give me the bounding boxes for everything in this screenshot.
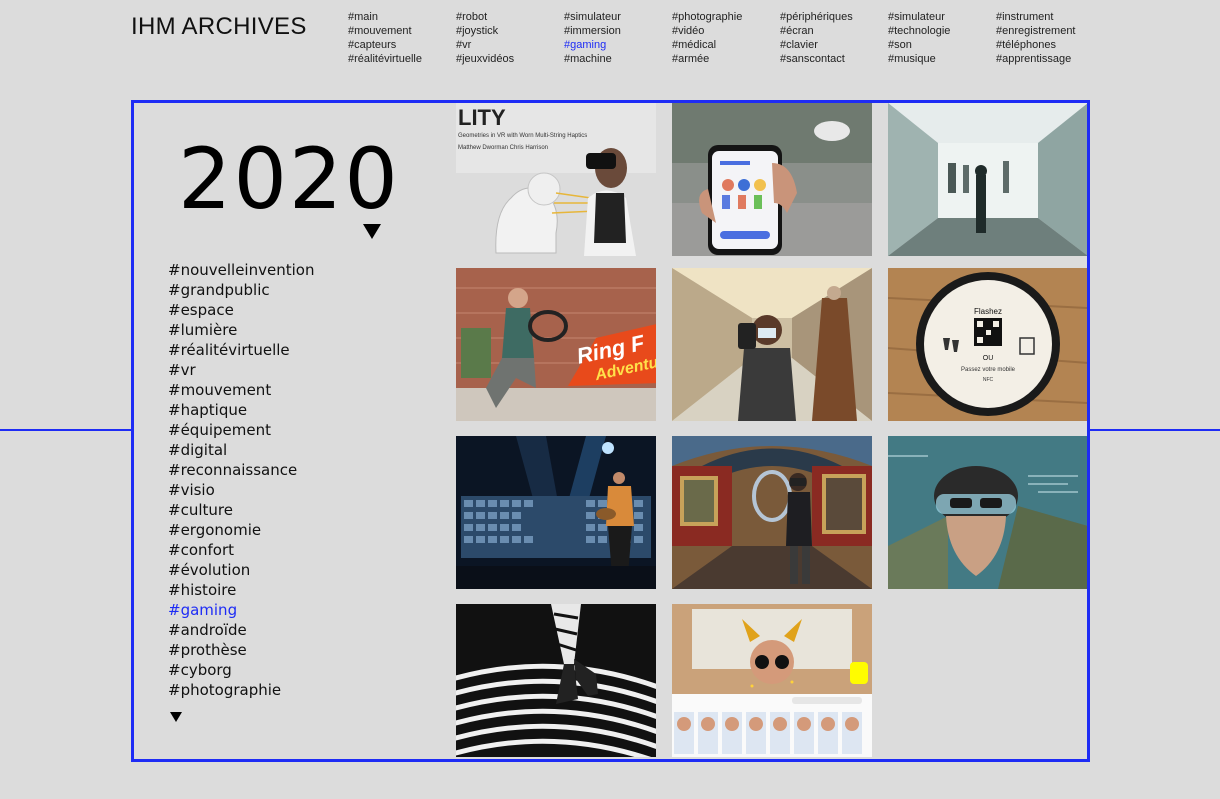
tag-item-culture[interactable]: #culture bbox=[168, 500, 314, 520]
top-nav-tag-vidéo[interactable]: #vidéo bbox=[672, 24, 777, 38]
top-nav-column: #périphériques #écran #clavier #sanscontact bbox=[780, 10, 885, 66]
gallery-image-smartphone-app[interactable] bbox=[672, 103, 872, 256]
gallery-image-optical-stripes-runner[interactable] bbox=[456, 604, 656, 757]
top-nav-tag-photographie[interactable]: #photographie bbox=[672, 10, 777, 24]
gallery-image-hololens-soldier[interactable] bbox=[888, 436, 1087, 589]
top-nav-tag-enregistrement[interactable]: #enregistrement bbox=[996, 24, 1101, 38]
tag-item-mouvement[interactable]: #mouvement bbox=[168, 380, 314, 400]
top-nav-tag-mouvement[interactable]: #mouvement bbox=[348, 24, 453, 38]
tags-more-icon[interactable] bbox=[170, 712, 182, 722]
gallery-image-qr-code-sticker[interactable]: Flashez OU Passez votre mobile NFC bbox=[888, 268, 1087, 421]
tag-item-photographie[interactable]: #photographie bbox=[168, 680, 314, 700]
top-nav-tag-jeuxvidéos[interactable]: #jeuxvidéos bbox=[456, 52, 561, 66]
top-nav-column: #main #mouvement #capteurs #réalitévirtuell… bbox=[348, 10, 453, 66]
top-nav-tag-musique[interactable]: #musique bbox=[888, 52, 993, 66]
top-nav-tag-technologie[interactable]: #technologie bbox=[888, 24, 993, 38]
top-nav-column: #instrument #enregistrement #téléphones #ap… bbox=[996, 10, 1101, 66]
top-nav-tag-immersion[interactable]: #immersion bbox=[564, 24, 669, 38]
tag-item-haptique[interactable]: #haptique bbox=[168, 400, 314, 420]
left-divider-line bbox=[0, 429, 132, 431]
tag-item-équipement[interactable]: #équipement bbox=[168, 420, 314, 440]
tag-item-cyborg[interactable]: #cyborg bbox=[168, 660, 314, 680]
qr-nfc-text: NFC bbox=[983, 377, 994, 383]
top-nav-tag-écran[interactable]: #écran bbox=[780, 24, 885, 38]
tag-item-nouvelleinvention[interactable]: #nouvelleinvention bbox=[168, 260, 314, 280]
top-nav-tag-simulateur[interactable]: #simulateur bbox=[564, 10, 669, 24]
vr-haptics-heading-text: LITY bbox=[458, 105, 506, 130]
gallery-image-projection-room[interactable] bbox=[888, 103, 1087, 256]
tag-item-évolution[interactable]: #évolution bbox=[168, 560, 314, 580]
tag-item-ergonomie[interactable]: #ergonomie bbox=[168, 520, 314, 540]
year-dropdown-icon[interactable] bbox=[363, 224, 381, 239]
archive-panel: 2020 #nouvelleinvention #grandpublic #espa… bbox=[131, 100, 1090, 762]
top-nav-tag-vr[interactable]: #vr bbox=[456, 38, 561, 52]
tag-item-espace[interactable]: #espace bbox=[168, 300, 314, 320]
top-nav-tag-clavier[interactable]: #clavier bbox=[780, 38, 885, 52]
qr-ou-text: OU bbox=[983, 355, 994, 362]
tag-item-grandpublic[interactable]: #grandpublic bbox=[168, 280, 314, 300]
gallery-image-snapchat-filters[interactable] bbox=[672, 604, 872, 757]
tag-item-histoire[interactable]: #histoire bbox=[168, 580, 314, 600]
vr-haptics-subtitle-text: Geometries in VR with Worn Multi-String … bbox=[458, 133, 587, 139]
tag-item-réalitévirtuelle[interactable]: #réalitévirtuelle bbox=[168, 340, 314, 360]
site-title[interactable]: IHM ARCHIVES bbox=[131, 13, 307, 41]
top-nav-tag-apprentissage[interactable]: #apprentissage bbox=[996, 52, 1101, 66]
top-nav-tag-robot[interactable]: #robot bbox=[456, 10, 561, 24]
top-nav-tag-joystick[interactable]: #joystick bbox=[456, 24, 561, 38]
top-nav-tag-instrument[interactable]: #instrument bbox=[996, 10, 1101, 24]
top-nav-column: #simulateur #technologie #son #musique bbox=[888, 10, 993, 66]
tag-item-digital[interactable]: #digital bbox=[168, 440, 314, 460]
top-nav-tag-capteurs[interactable]: #capteurs bbox=[348, 38, 453, 52]
gallery-image-ring-fit-adventure[interactable]: Ring F Adventur bbox=[456, 268, 656, 421]
top-nav-tag-périphériques[interactable]: #périphériques bbox=[780, 10, 885, 24]
top-nav-tag-main[interactable]: #main bbox=[348, 10, 453, 24]
tag-item-lumière[interactable]: #lumière bbox=[168, 320, 314, 340]
year-tag-list: #nouvelleinvention #grandpublic #espace #lu… bbox=[168, 260, 314, 700]
top-nav-tag-son[interactable]: #son bbox=[888, 38, 993, 52]
right-divider-line bbox=[1087, 429, 1220, 431]
top-nav-tag-réalitévirtuelle[interactable]: #réalitévirtuelle bbox=[348, 52, 453, 66]
top-nav-column: #simulateur #immersion #gaming #machine bbox=[564, 10, 669, 66]
gallery-image-virtual-concert[interactable] bbox=[456, 436, 656, 589]
top-nav-tag-gaming[interactable]: #gaming bbox=[564, 38, 669, 52]
year-selector[interactable]: 2020 bbox=[178, 137, 400, 221]
top-nav-tag-téléphones[interactable]: #téléphones bbox=[996, 38, 1101, 52]
top-nav-tag-armée[interactable]: #armée bbox=[672, 52, 777, 66]
tag-item-androïde[interactable]: #androïde bbox=[168, 620, 314, 640]
qr-flashez-text: Flashez bbox=[974, 307, 1002, 316]
vr-haptics-authors-text: Matthew Dworman Chris Harrison bbox=[458, 145, 548, 151]
tag-item-confort[interactable]: #confort bbox=[168, 540, 314, 560]
gallery-image-mall-vr-woman[interactable] bbox=[672, 268, 872, 421]
top-nav-tag-médical[interactable]: #médical bbox=[672, 38, 777, 52]
top-nav-column: #robot #joystick #vr #jeuxvidéos bbox=[456, 10, 561, 66]
top-nav-tag-simulateur[interactable]: #simulateur bbox=[888, 10, 993, 24]
top-nav-column: #photographie #vidéo #médical #armée bbox=[672, 10, 777, 66]
tag-item-gaming[interactable]: #gaming bbox=[168, 600, 314, 620]
tag-item-visio[interactable]: #visio bbox=[168, 480, 314, 500]
tag-item-prothèse[interactable]: #prothèse bbox=[168, 640, 314, 660]
top-nav-tag-machine[interactable]: #machine bbox=[564, 52, 669, 66]
gallery-image-museum-vr[interactable] bbox=[672, 436, 872, 589]
qr-mobile-text: Passez votre mobile bbox=[961, 367, 1016, 373]
top-nav-tag-sanscontact[interactable]: #sanscontact bbox=[780, 52, 885, 66]
tag-item-reconnaissance[interactable]: #reconnaissance bbox=[168, 460, 314, 480]
gallery-image-vr-haptics-lion[interactable]: LITY Geometries in VR with Worn Multi-St… bbox=[456, 103, 656, 256]
tag-item-vr[interactable]: #vr bbox=[168, 360, 314, 380]
